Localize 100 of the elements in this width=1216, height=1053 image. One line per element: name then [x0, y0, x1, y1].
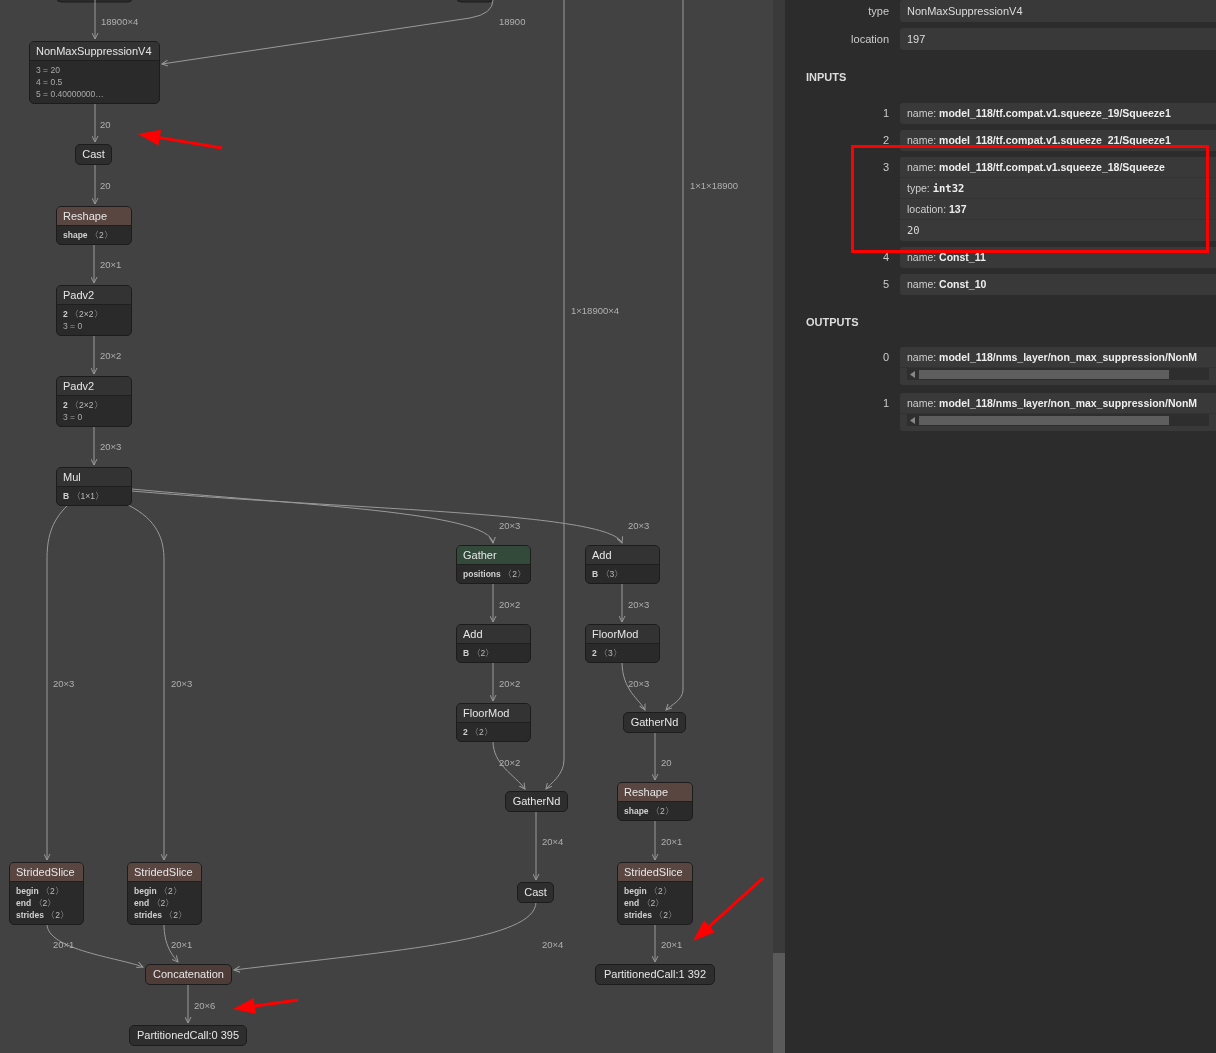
- item-index: 0: [881, 350, 890, 365]
- graph-node[interactable]: Reshape shape 〈2〉: [617, 782, 693, 821]
- edge-label: 20: [100, 119, 111, 131]
- edge-label: 20×3: [53, 678, 75, 690]
- property-label: type: [867, 4, 890, 19]
- edge-label: 1×1×18900: [690, 180, 739, 192]
- node-attribute: shape 〈2〉: [624, 805, 675, 817]
- edge-arrow: [91, 103, 99, 143]
- edge-arrow: [651, 923, 659, 963]
- tensor-value: 20: [906, 222, 921, 238]
- edge-label: 20×1: [661, 939, 683, 951]
- property-value[interactable]: NonMaxSuppressionV4: [900, 0, 1216, 22]
- edge-arrow: [90, 425, 98, 466]
- node-attribute: 3 = 0: [63, 411, 84, 423]
- node-attribute: B 〈1×1〉: [63, 490, 105, 502]
- graph-node[interactable]: StridedSlice begin 〈2〉 end 〈2〉 strides 〈2〉: [127, 862, 202, 925]
- node-attribute: positions 〈2〉: [463, 568, 524, 580]
- node-title: Reshape: [618, 783, 692, 802]
- item-box[interactable]: name: model_118/nms_layer/non_max_suppression/NonM: [900, 347, 1216, 385]
- edge-arrow: [651, 732, 659, 781]
- edge-label: 20×3: [499, 520, 521, 532]
- edge-label: 18900×4: [101, 16, 139, 28]
- graph-node[interactable]: PartitionedCall:1 392: [595, 964, 715, 985]
- scroll-left-icon[interactable]: [910, 416, 915, 424]
- edge-label: 20×2: [499, 599, 521, 611]
- node-title: Reshape: [57, 207, 131, 226]
- edge-arrow: [489, 582, 497, 623]
- node-attribute: 2 〈2〉: [463, 726, 494, 738]
- graph-node[interactable]: Padv2 2 〈2×2〉 3 = 0: [56, 285, 132, 336]
- node-attribute: 5 = 0.40000000…: [36, 88, 105, 100]
- graph-node[interactable]: FloorMod 2 〈3〉: [585, 624, 660, 663]
- graph-node[interactable]: Cast: [517, 882, 554, 903]
- node-title: Padv2: [57, 286, 131, 305]
- item-box[interactable]: name: model_118/tf.compat.v1.squeeze_19/Squeeze1: [900, 102, 1216, 124]
- edge-label: 20: [661, 757, 672, 769]
- graph-node[interactable]: Gather positions 〈2〉: [456, 545, 531, 584]
- item-box[interactable]: name: model_118/nms_layer/non_max_suppression/NonM: [900, 393, 1216, 431]
- edge-label: 20×6: [194, 1000, 216, 1012]
- edge-label: 20×3: [171, 678, 193, 690]
- node-attribute: strides 〈2〉: [16, 909, 70, 921]
- node-attribute: 3 = 0: [63, 320, 84, 332]
- edge-label: 20: [100, 180, 111, 192]
- property-value[interactable]: 197: [900, 28, 1216, 50]
- graph-node[interactable]: PartitionedCall:0 395: [129, 1025, 247, 1046]
- node-attribute: begin 〈2〉: [16, 885, 65, 897]
- graph-node[interactable]: Cast: [75, 144, 112, 165]
- node-title: StridedSlice: [10, 863, 83, 882]
- edge-label: 18900: [499, 16, 526, 28]
- node-title: Mul: [57, 468, 131, 487]
- edge-label: 1×18900×4: [571, 305, 620, 317]
- graph-node[interactable]: Concatenation: [145, 964, 232, 985]
- edge-label: 20×2: [499, 678, 521, 690]
- node-attribute: begin 〈2〉: [134, 885, 183, 897]
- graph-node[interactable]: Add B 〈3〉: [585, 545, 660, 584]
- edge-arrow: [91, 0, 99, 40]
- section-heading: OUTPUTS: [806, 314, 860, 330]
- node-attribute: 2 〈2×2〉: [63, 308, 104, 320]
- node-title: FloorMod: [586, 625, 659, 644]
- horizontal-scrollbar[interactable]: [907, 368, 1209, 380]
- edge-label: 20×1: [53, 939, 75, 951]
- scroll-left-icon[interactable]: [910, 370, 915, 378]
- item-index: 3: [881, 159, 890, 175]
- graph-node[interactable]: StridedSlice begin 〈2〉 end 〈2〉 strides 〈2〉: [617, 862, 693, 925]
- item-index: 5: [881, 276, 890, 292]
- edge-label: 20×1: [100, 259, 122, 271]
- graph-node[interactable]: GatherNd: [623, 712, 686, 733]
- property-label: location: [850, 32, 890, 47]
- graph-node[interactable]: Reshape shape 〈2〉: [56, 206, 132, 245]
- edge-label: 20×3: [628, 520, 650, 532]
- node-title: Add: [586, 546, 659, 565]
- graph-node[interactable]: StridedSlice begin 〈2〉 end 〈2〉 strides 〈2〉: [9, 862, 84, 925]
- graph-node[interactable]: NonMaxSuppressionV4 3 = 20 4 = 0.5 5 = 0.40000000…: [29, 41, 160, 104]
- node-attribute: 2 〈3〉: [592, 647, 623, 659]
- edge-label: 20×2: [100, 350, 122, 362]
- node-attribute: 2 〈2×2〉: [63, 399, 104, 411]
- node-attribute: strides 〈2〉: [624, 909, 678, 921]
- graph-node[interactable]: Mul B 〈1×1〉: [56, 467, 132, 506]
- item-box[interactable]: name: Const_10: [900, 273, 1216, 295]
- vertical-scrollbar[interactable]: [773, 0, 785, 1053]
- graph-node[interactable]: FloorMod 2 〈2〉: [456, 703, 531, 742]
- edge-label: 20×4: [542, 836, 564, 848]
- section-heading: INPUTS: [806, 70, 848, 85]
- annotation-arrow: [233, 998, 299, 1014]
- edge-arrow: [492, 740, 526, 790]
- edge-label: 20×3: [100, 441, 122, 453]
- edge-arrow: [489, 661, 497, 702]
- graph-node[interactable]: Add B 〈2〉: [456, 624, 531, 663]
- graph-node[interactable]: GatherNd: [505, 791, 568, 812]
- node-attribute: strides 〈2〉: [134, 909, 188, 921]
- item-index: 4: [881, 249, 890, 265]
- field-text: type: int32: [900, 177, 1216, 199]
- item-index: 2: [881, 132, 890, 148]
- node-title: Add: [457, 625, 530, 644]
- node-attribute: B 〈3〉: [592, 568, 625, 580]
- node-attribute: 3 = 20: [36, 64, 61, 76]
- horizontal-scrollbar[interactable]: [907, 414, 1209, 426]
- edge-arrow: [184, 984, 192, 1024]
- graph-node[interactable]: Padv2 2 〈2×2〉 3 = 0: [56, 376, 132, 427]
- item-box[interactable]: name: model_118/tf.compat.v1.squeeze_18/Squeeze type: int32 location: 137 20: [900, 156, 1216, 241]
- annotation-arrow: [693, 876, 764, 941]
